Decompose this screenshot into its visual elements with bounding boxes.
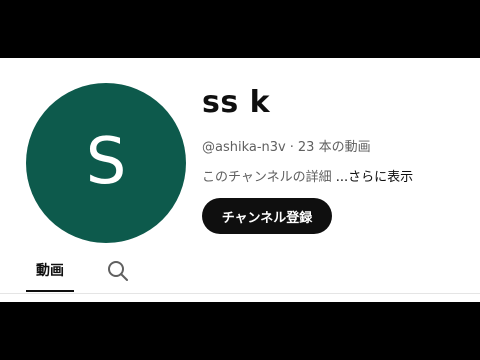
description-text: このチャンネルの詳細 [202,170,332,185]
channel-meta: @ashika-n3v · 23 本の動画 [202,136,371,155]
channel-description[interactable]: このチャンネルの詳細 ...さらに表示 [202,166,413,185]
avatar[interactable]: S [26,83,186,243]
show-more-link[interactable]: ...さらに表示 [336,170,413,185]
search-icon[interactable] [106,259,130,283]
channel-name: ss k [202,85,271,120]
video-count: 23 本の動画 [297,140,371,155]
meta-separator: · [289,140,294,155]
channel-tabs: 動画 [0,250,480,294]
channel-handle: @ashika-n3v [202,140,286,155]
subscribe-button[interactable]: チャンネル登録 [202,198,332,234]
tabs-divider [0,293,480,294]
avatar-letter: S [85,125,127,199]
tab-videos[interactable]: 動画 [26,250,74,292]
channel-header: S ss k @ashika-n3v · 23 本の動画 このチャンネルの詳細 ..… [0,58,480,302]
